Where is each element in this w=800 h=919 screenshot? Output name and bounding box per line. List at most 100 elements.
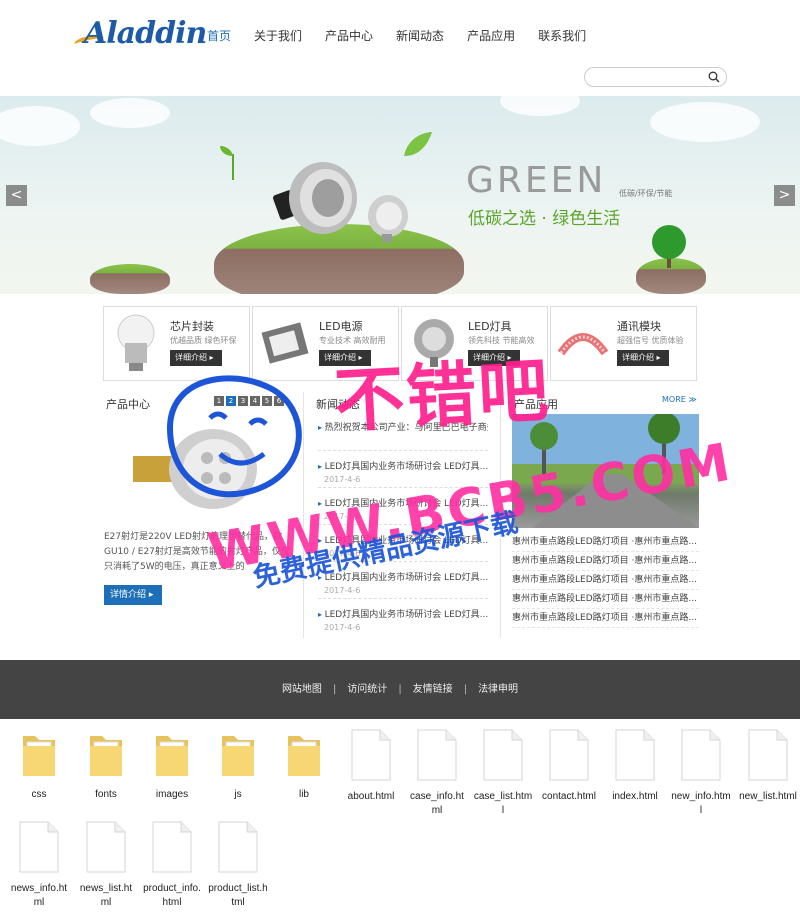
main-nav: 首页 关于我们 产品中心 新闻动态 产品应用 联系我们 bbox=[207, 28, 609, 44]
applications-more-link[interactable]: MORE ≫ bbox=[662, 395, 697, 404]
led-spotlight-image bbox=[273, 162, 357, 234]
site-footer: 网站地图 | 访问统计 | 友情链接 | 法律申明 bbox=[0, 660, 800, 719]
file-item[interactable]: case_info.html bbox=[407, 728, 467, 818]
folder-item[interactable]: fonts bbox=[76, 728, 136, 802]
html-file-icon bbox=[351, 729, 391, 781]
file-item[interactable]: about.html bbox=[341, 728, 401, 804]
file-item[interactable]: new_info.html bbox=[671, 728, 731, 818]
application-item[interactable]: 惠州市重点路段LED路灯项目 ·惠州市重点路... bbox=[512, 571, 699, 590]
file-name: product_info.html bbox=[143, 883, 201, 908]
news-item-title[interactable]: LED灯具国内业务市场研讨会 LED灯具... bbox=[318, 451, 488, 472]
hero-banner: GREEN 低碳/环保/节能 低碳之选 · 绿色生活 < > bbox=[0, 96, 800, 294]
file-name: news_list.html bbox=[79, 883, 133, 908]
file-name: index.html bbox=[612, 791, 658, 802]
banner-prev-button[interactable]: < bbox=[6, 185, 27, 206]
nav-applications[interactable]: 产品应用 bbox=[467, 28, 515, 44]
nav-contact[interactable]: 联系我们 bbox=[538, 28, 586, 44]
html-file-icon bbox=[483, 729, 523, 781]
html-file-icon bbox=[417, 729, 457, 781]
file-item[interactable]: new_list.html bbox=[738, 728, 798, 804]
cloud-decoration bbox=[650, 102, 760, 142]
html-file-icon bbox=[19, 821, 59, 873]
folder-icon bbox=[156, 736, 188, 776]
file-name: news_info.html bbox=[10, 883, 68, 908]
banner-subtitle: 低碳/环保/节能 bbox=[619, 189, 673, 198]
sprout-illustration bbox=[220, 146, 234, 180]
category-title: LED灯具 bbox=[468, 320, 512, 333]
footer-separator: | bbox=[398, 684, 402, 695]
application-item[interactable]: 惠州市重点路段LED路灯项目 ·惠州市重点路... bbox=[512, 609, 699, 628]
category-more-button[interactable]: 详细介绍 ▸ bbox=[617, 350, 669, 366]
footer-link-stats[interactable]: 访问统计 bbox=[347, 680, 387, 695]
folder-icon bbox=[23, 736, 55, 776]
search-input[interactable] bbox=[593, 70, 709, 89]
file-item[interactable]: news_info.html bbox=[9, 820, 69, 910]
category-desc: 优越品质 绿色环保 bbox=[170, 336, 237, 345]
html-file-icon bbox=[748, 729, 788, 781]
banner-next-button[interactable]: > bbox=[774, 185, 795, 206]
nav-about[interactable]: 关于我们 bbox=[254, 28, 302, 44]
category-title: LED电源 bbox=[319, 320, 363, 333]
applications-list: 惠州市重点路段LED路灯项目 ·惠州市重点路... 惠州市重点路段LED路灯项目… bbox=[512, 533, 699, 628]
cloud-decoration bbox=[500, 96, 580, 116]
page-root: Aladdin 首页 关于我们 产品中心 新闻动态 产品应用 联系我们 GREE… bbox=[0, 0, 800, 919]
html-file-icon bbox=[152, 821, 192, 873]
file-item[interactable]: case_list.html bbox=[473, 728, 533, 818]
file-name: product_list.html bbox=[208, 883, 268, 908]
nav-news[interactable]: 新闻动态 bbox=[396, 28, 444, 44]
html-file-icon bbox=[86, 821, 126, 873]
file-name: case_list.html bbox=[473, 791, 533, 816]
news-item[interactable]: LED灯具国内业务市场研讨会 LED灯具... 2017-4-6 bbox=[318, 599, 488, 636]
watermark-line-1: 不错吧 bbox=[332, 348, 553, 443]
folder-icon bbox=[288, 736, 320, 776]
product-detail-button[interactable]: 详情介绍 ▸ bbox=[104, 585, 162, 605]
html-file-icon bbox=[549, 729, 589, 781]
banner-slogan: 低碳之选 · 绿色生活 bbox=[468, 209, 621, 229]
module-thumbnail bbox=[557, 333, 609, 356]
footer-link-sitemap[interactable]: 网站地图 bbox=[282, 680, 322, 695]
category-card-module[interactable]: 通讯模块 超强信号 优质体验 详细介绍 ▸ bbox=[550, 306, 697, 381]
tree-illustration bbox=[652, 225, 686, 268]
html-file-icon bbox=[681, 729, 721, 781]
watermark-mascot-icon bbox=[166, 375, 302, 498]
search-box bbox=[584, 67, 727, 89]
products-heading: 产品中心 bbox=[106, 398, 150, 411]
category-title: 通讯模块 bbox=[617, 320, 661, 333]
file-name: js bbox=[234, 789, 242, 800]
application-item[interactable]: 惠州市重点路段LED路灯项目 ·惠州市重点路... bbox=[512, 590, 699, 609]
footer-link-friends[interactable]: 友情链接 bbox=[413, 680, 453, 695]
news-item-title[interactable]: LED灯具国内业务市场研讨会 LED灯具... bbox=[318, 599, 488, 620]
file-item[interactable]: index.html bbox=[605, 728, 665, 804]
application-item[interactable]: 惠州市重点路段LED路灯项目 ·惠州市重点路... bbox=[512, 552, 699, 571]
site-header: Aladdin 首页 关于我们 产品中心 新闻动态 产品应用 联系我们 bbox=[0, 0, 800, 96]
floating-island bbox=[90, 264, 170, 294]
file-name: fonts bbox=[95, 789, 117, 800]
html-file-icon bbox=[218, 821, 258, 873]
file-name: images bbox=[155, 789, 189, 800]
application-item[interactable]: 惠州市重点路段LED路灯项目 ·惠州市重点路... bbox=[512, 533, 699, 552]
folder-item[interactable]: lib bbox=[274, 728, 334, 802]
search-icon[interactable] bbox=[708, 71, 720, 83]
footer-link-legal[interactable]: 法律申明 bbox=[478, 680, 518, 695]
led-spotlight-image bbox=[368, 195, 408, 242]
file-item[interactable]: contact.html bbox=[539, 728, 599, 804]
file-item[interactable]: news_list.html bbox=[76, 820, 136, 910]
nav-products[interactable]: 产品中心 bbox=[325, 28, 373, 44]
folder-item[interactable]: css bbox=[9, 728, 69, 802]
category-title: 芯片封装 bbox=[170, 320, 214, 333]
category-desc: 超强信号 优质体验 bbox=[617, 336, 684, 345]
folder-icon bbox=[222, 736, 254, 776]
html-file-icon bbox=[615, 729, 655, 781]
file-browser: css fonts images js lib about.html case_info.h… bbox=[0, 720, 800, 919]
footer-links: 网站地图 | 访问统计 | 友情链接 | 法律申明 bbox=[0, 680, 800, 695]
leaf-illustration bbox=[404, 132, 432, 156]
file-item[interactable]: product_list.html bbox=[208, 820, 268, 910]
folder-item[interactable]: js bbox=[208, 728, 268, 802]
footer-separator: | bbox=[332, 684, 337, 695]
nav-home[interactable]: 首页 bbox=[207, 28, 231, 44]
file-item[interactable]: product_info.html bbox=[142, 820, 202, 910]
site-logo[interactable]: Aladdin bbox=[73, 14, 207, 54]
folder-item[interactable]: images bbox=[142, 728, 202, 802]
cloud-decoration bbox=[0, 106, 80, 146]
file-name: contact.html bbox=[542, 791, 596, 802]
